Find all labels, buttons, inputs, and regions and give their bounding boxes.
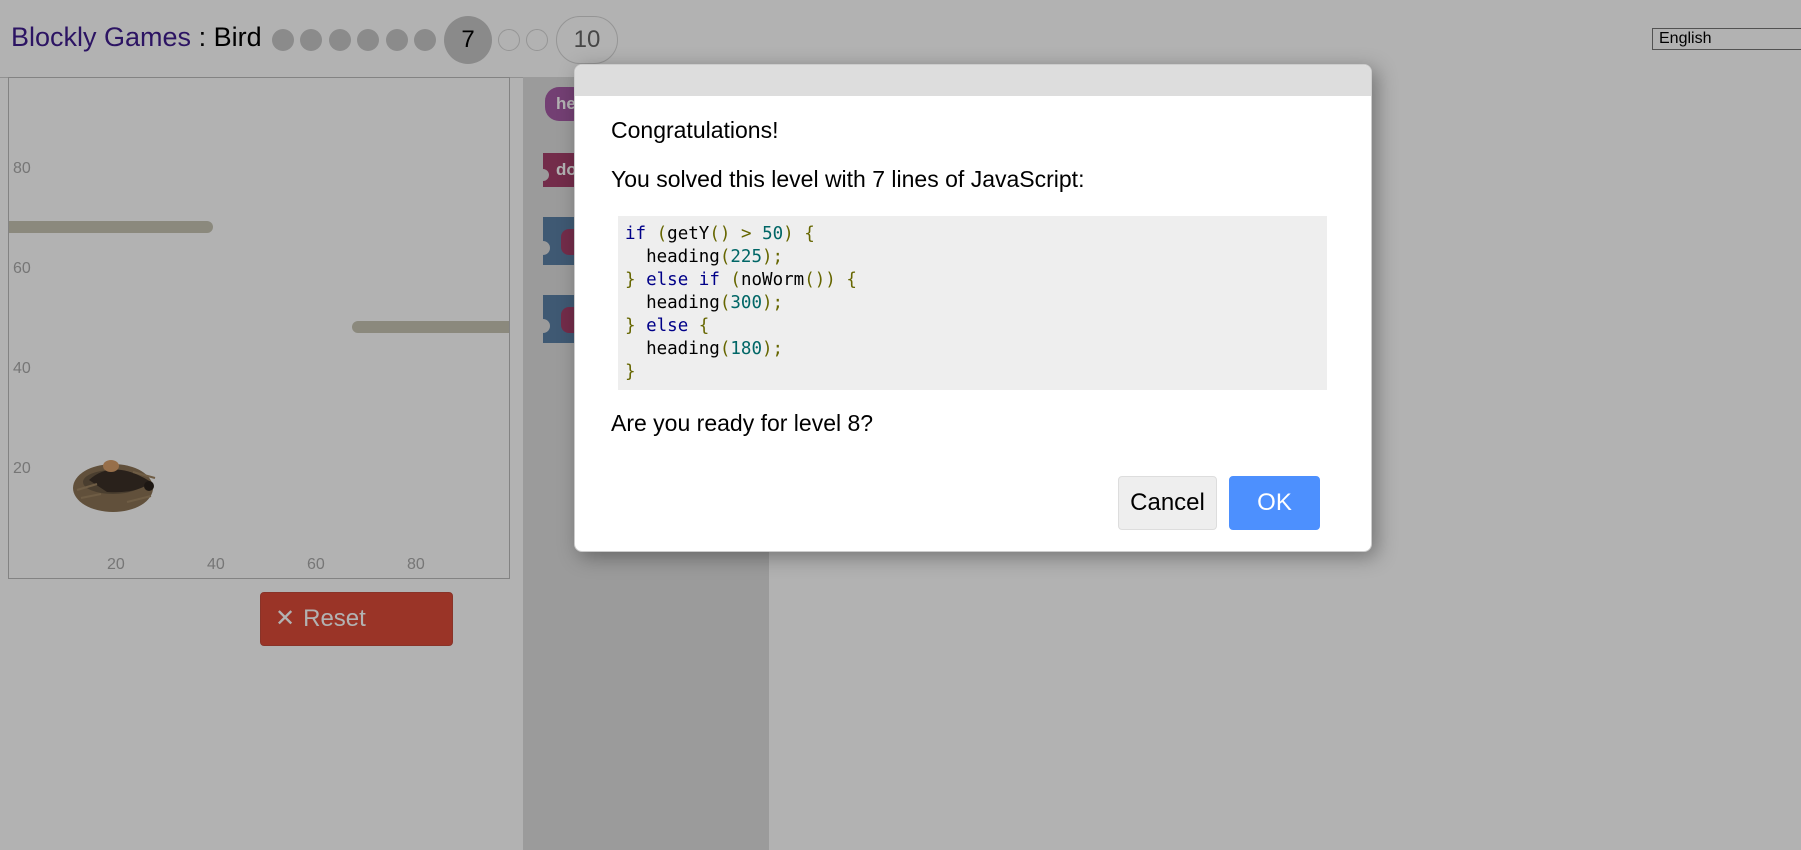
dialog-summary: You solved this level with 7 lines of Ja… [611,166,1085,192]
ok-button[interactable]: OK [1229,476,1320,530]
code-line: if (getY() > 50) { [625,224,815,244]
code-line: heading(300); [625,293,784,313]
congratulations-dialog: Congratulations! You solved this level w… [574,64,1372,552]
code-line: heading(225); [625,247,784,267]
code-line: } else { [625,316,710,336]
dialog-header[interactable] [575,65,1371,96]
dialog-question: Are you ready for level 8? [611,410,874,436]
code-line: heading(180); [625,339,784,359]
dialog-title: Congratulations! [611,117,779,143]
page: Blockly Games : Bird 7 10 English 80 60 … [0,0,1801,850]
code-line: } else if (noWorm()) { [625,270,857,290]
cancel-button[interactable]: Cancel [1118,476,1217,530]
code-line: } [625,362,636,382]
code-block: if (getY() > 50) { heading(225); } else … [618,216,1327,390]
